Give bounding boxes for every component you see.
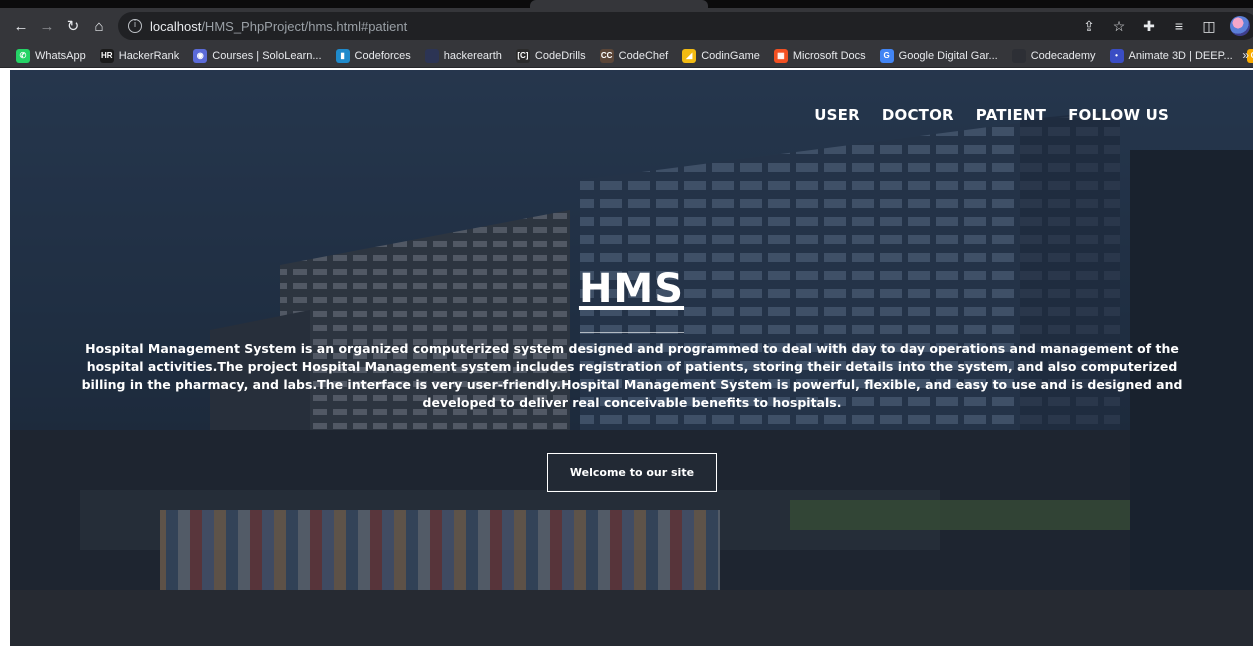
top-nav: USER DOCTOR PATIENT FOLLOW US — [814, 106, 1169, 124]
bookmark-label: Microsoft Docs — [792, 49, 866, 62]
tab-strip — [0, 0, 1253, 8]
bookmark-label: CodeChef — [618, 49, 669, 62]
bookmark-label: Google Digital Gar... — [898, 49, 998, 62]
browser-toolbar: ← → ↻ ⌂ i localhost /HMS_PhpProject/hms.… — [0, 8, 1253, 44]
bookmark-item[interactable]: hackerearth — [424, 48, 502, 63]
reload-icon[interactable]: ↻ — [60, 13, 86, 39]
bookmark-item[interactable]: HR HackerRank — [99, 48, 180, 63]
bookmark-label: hackerearth — [443, 49, 502, 62]
active-tab[interactable] — [530, 0, 708, 8]
nav-doctor-link[interactable]: DOCTOR — [882, 106, 954, 124]
bookmark-item[interactable]: CC CodeChef — [599, 48, 669, 63]
bookmark-item[interactable]: G Google Digital Gar... — [879, 48, 998, 63]
profile-avatar[interactable] — [1230, 16, 1250, 36]
bookmark-label: CodinGame — [701, 49, 760, 62]
more-bookmarks-icon[interactable]: » — [1242, 48, 1249, 62]
page-title: HMS — [578, 266, 685, 312]
bookmark-item[interactable]: ▮ Codeforces — [335, 48, 411, 63]
forward-arrow-icon[interactable]: → — [34, 13, 60, 39]
bookmark-label: Animate 3D | DEEP... — [1128, 49, 1233, 62]
share-icon[interactable]: ⇪ — [1080, 18, 1098, 35]
side-panel-icon[interactable]: ◫ — [1200, 18, 1218, 35]
bookmark-item[interactable]: ✆ WhatsApp — [16, 48, 86, 63]
bookmark-item[interactable]: Codecademy — [1011, 48, 1096, 63]
bookmark-favicon-icon — [1011, 48, 1026, 63]
bookmark-favicon-icon: ◉ — [193, 48, 208, 63]
extensions-puzzle-icon[interactable]: ✚ — [1140, 18, 1158, 35]
bookmark-label: WhatsApp — [35, 49, 86, 62]
bookmark-label: Codecademy — [1030, 49, 1096, 62]
address-bar[interactable]: i localhost /HMS_PhpProject/hms.html#pat… — [118, 12, 1253, 40]
bookmark-label: Courses | SoloLearn... — [212, 49, 322, 62]
bookmark-favicon-icon — [424, 48, 439, 63]
site-info-icon[interactable]: i — [128, 19, 142, 33]
nav-follow-us-link[interactable]: FOLLOW US — [1068, 106, 1169, 124]
url-path: /HMS_PhpProject/hms.html#patient — [201, 18, 408, 34]
bookmark-favicon-icon: G — [879, 48, 894, 63]
bookmark-favicon-icon: ▮ — [335, 48, 350, 63]
nav-user-link[interactable]: USER — [814, 106, 860, 124]
bookmark-favicon-icon: ▦ — [773, 48, 788, 63]
bookmark-item[interactable]: ◉ Courses | SoloLearn... — [193, 48, 322, 63]
bookmark-label: Codeforces — [354, 49, 411, 62]
reading-list-icon[interactable]: ≡ — [1170, 18, 1188, 34]
bookmark-favicon-icon: [C] — [515, 48, 530, 63]
hero-section: USER DOCTOR PATIENT FOLLOW US HMS Hospit… — [10, 70, 1253, 646]
home-icon[interactable]: ⌂ — [86, 13, 112, 39]
bookmark-item[interactable]: ▦ Microsoft Docs — [773, 48, 866, 63]
bookmark-item[interactable]: [C] CodeDrills — [515, 48, 586, 63]
bookmark-star-icon[interactable]: ☆ — [1110, 18, 1128, 35]
url-host: localhost — [150, 18, 202, 34]
bookmark-favicon-icon: CC — [599, 48, 614, 63]
hero-description: Hospital Management System is an organiz… — [81, 341, 1183, 410]
bookmark-label: HackerRank — [118, 49, 180, 62]
title-divider — [580, 332, 684, 333]
bookmark-label: CodeDrills — [534, 49, 586, 62]
welcome-button[interactable]: Welcome to our site — [547, 453, 717, 492]
bookmark-favicon-icon: ✆ — [16, 48, 30, 63]
bookmarks-bar: ✆ WhatsApp HR HackerRank ◉ Courses | SoloLear… — [0, 44, 1253, 68]
bookmark-favicon-icon: • — [1109, 48, 1124, 63]
bookmark-item[interactable]: ◢ CodinGame — [682, 48, 760, 63]
bookmark-item[interactable]: • Animate 3D | DEEP... — [1109, 48, 1233, 63]
back-arrow-icon[interactable]: ← — [8, 13, 34, 39]
nav-patient-link[interactable]: PATIENT — [976, 106, 1046, 124]
bookmark-favicon-icon: HR — [99, 48, 114, 63]
bookmark-favicon-icon: ◢ — [682, 48, 697, 63]
